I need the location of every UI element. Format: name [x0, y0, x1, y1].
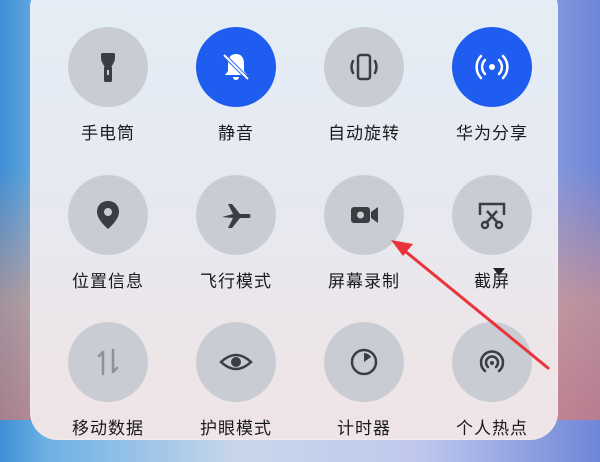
screenshot-icon — [478, 202, 506, 230]
flashlight-icon — [101, 53, 115, 82]
tile-timer[interactable]: 计时器 — [300, 322, 428, 462]
tile-flashlight[interactable]: 手电筒 — [44, 27, 172, 167]
airplane-toggle[interactable] — [196, 175, 276, 255]
tile-huawei-share[interactable]: 华为分享 — [428, 27, 556, 167]
huawei-share-toggle[interactable] — [452, 27, 532, 107]
tile-auto-rotate[interactable]: 自动旋转 — [300, 27, 428, 167]
tile-airplane[interactable]: 飞行模式 — [172, 175, 300, 315]
tile-label: 飞行模式 — [200, 272, 272, 292]
airplane-icon — [222, 204, 251, 228]
screen-record-toggle[interactable] — [324, 175, 404, 255]
tile-location[interactable]: 位置信息 — [44, 175, 172, 315]
bell-off-icon — [222, 53, 250, 81]
tile-screen-record[interactable]: 屏幕录制 — [300, 175, 428, 315]
mute-toggle[interactable] — [196, 27, 276, 107]
huawei-share-icon — [475, 54, 509, 80]
mobile-data-toggle[interactable] — [68, 322, 148, 402]
tile-label: 静音 — [218, 124, 254, 144]
hotspot-toggle[interactable] — [452, 322, 532, 402]
tile-label: 自动旋转 — [328, 124, 400, 144]
eye-comfort-toggle[interactable] — [196, 322, 276, 402]
tile-mobile-data[interactable]: 移动数据 — [44, 322, 172, 462]
tile-label: 屏幕录制 — [328, 272, 400, 292]
timer-toggle[interactable] — [324, 322, 404, 402]
eye-icon — [219, 353, 253, 371]
hotspot-icon — [479, 350, 505, 373]
tile-eye-comfort[interactable]: 护眼模式 — [172, 322, 300, 462]
tile-label: 计时器 — [337, 419, 391, 439]
location-toggle[interactable] — [68, 175, 148, 255]
tile-label: 截屏 — [474, 272, 510, 292]
tile-label: 个人热点 — [456, 419, 528, 439]
screenshot-toggle[interactable] — [452, 175, 532, 255]
mobile-data-icon — [97, 348, 119, 376]
screen-record-icon — [351, 207, 378, 223]
tile-label: 移动数据 — [72, 419, 144, 439]
flashlight-toggle[interactable] — [68, 27, 148, 107]
auto-rotate-toggle[interactable] — [324, 27, 404, 107]
tile-label: 护眼模式 — [200, 419, 272, 439]
tile-screenshot[interactable]: 截屏 — [428, 175, 556, 315]
tile-label: 华为分享 — [456, 124, 528, 144]
quick-settings-panel: 手电筒 静音 自动旋转 华为分享 位置信息 飞行模式 屏幕录制 截屏 移动数据 … — [30, 0, 558, 440]
timer-icon — [350, 348, 378, 376]
screenshot-options-dropdown[interactable] — [493, 268, 505, 276]
tile-label: 手电筒 — [81, 124, 135, 144]
tile-mute[interactable]: 静音 — [172, 27, 300, 167]
tile-hotspot[interactable]: 个人热点 — [428, 322, 556, 462]
tile-label: 位置信息 — [72, 272, 144, 292]
auto-rotate-icon — [350, 53, 378, 81]
location-icon — [97, 201, 119, 229]
